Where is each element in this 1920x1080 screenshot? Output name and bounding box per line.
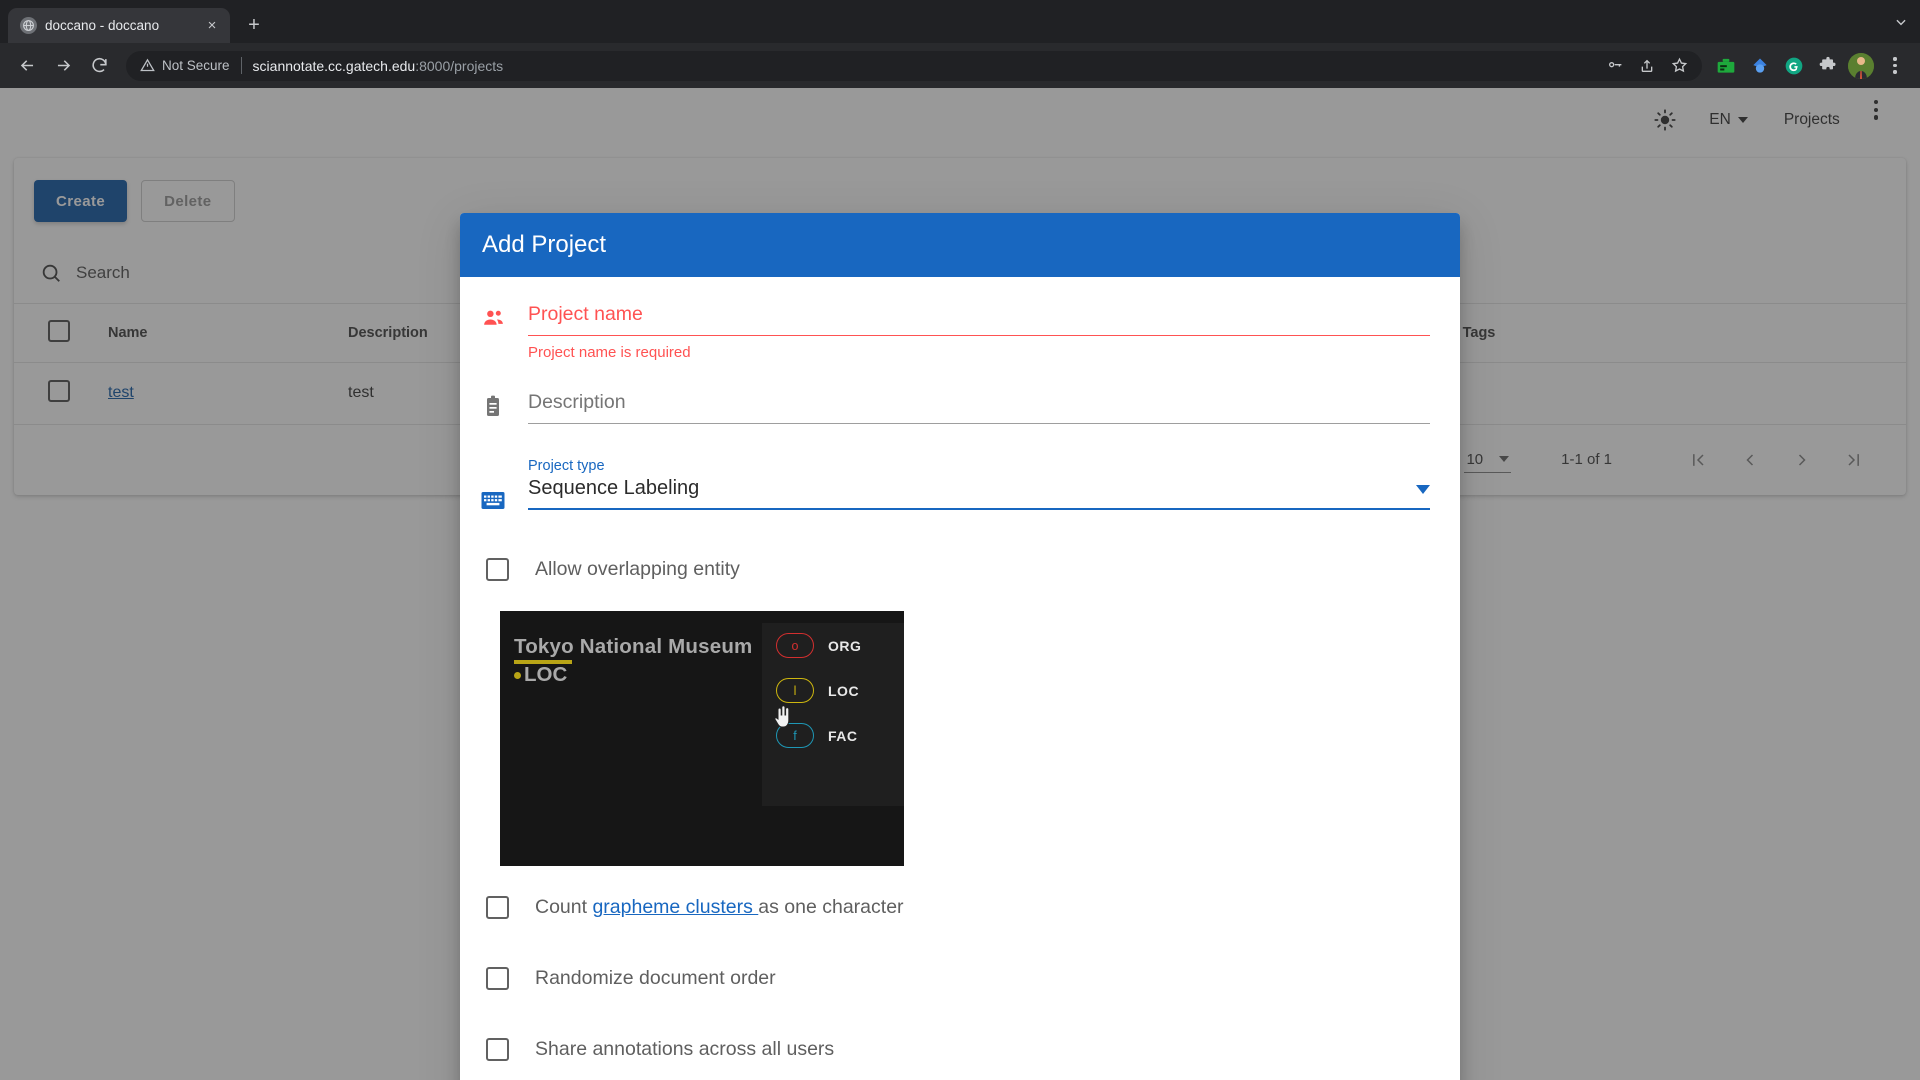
reload-icon[interactable]: [82, 49, 116, 83]
project-type-value-row: Sequence Labeling: [528, 477, 1430, 508]
description-input-wrap: Description: [528, 391, 1430, 424]
omnibox[interactable]: Not Secure sciannotate.cc.gatech.edu:800…: [126, 50, 1702, 81]
browser-tab[interactable]: doccano - doccano ×: [8, 8, 230, 43]
checkbox-randomize-document-order[interactable]: Randomize document order: [480, 967, 1430, 990]
url-host: sciannotate.cc.gatech.edu: [252, 57, 416, 74]
project-name-input-wrap: Project name Project name is required: [528, 303, 1430, 361]
chrome-menu-icon[interactable]: [1880, 51, 1910, 81]
checkbox-count-grapheme-clusters[interactable]: Count grapheme clusters as one character: [480, 896, 1430, 919]
project-type-field[interactable]: Project type Sequence Labeling: [480, 458, 1430, 510]
puzzle-extensions-icon[interactable]: [1814, 52, 1842, 80]
grapheme-prefix: Count: [535, 896, 593, 918]
description-label: Description: [528, 391, 626, 413]
avatar[interactable]: [1848, 52, 1874, 79]
page-viewport: EN Projects Create Delete Search Name De…: [0, 88, 1920, 1080]
add-project-dialog: Add Project Project name Project name is…: [460, 213, 1460, 1080]
chevron-down-icon[interactable]: [1882, 0, 1920, 43]
demo-rest-text: National Museum: [573, 635, 753, 658]
grapheme-clusters-link[interactable]: grapheme clusters: [592, 896, 758, 918]
project-name-field[interactable]: Project name Project name is required: [480, 303, 1430, 361]
tab-title: doccano - doccano: [45, 18, 160, 33]
warning-icon: [140, 58, 155, 72]
checkbox-box[interactable]: [486, 896, 509, 919]
keyboard-icon: [480, 491, 506, 510]
not-secure-indicator[interactable]: Not Secure: [140, 58, 241, 73]
chevron-down-icon[interactable]: [1416, 485, 1430, 494]
demo-shortcut-chip: l: [776, 678, 814, 703]
checkbox-box[interactable]: [486, 1038, 509, 1061]
checkbox-label: Share annotations across all users: [535, 1038, 835, 1060]
demo-tag-label: LOC: [524, 663, 568, 686]
people-icon: [480, 303, 506, 331]
demo-label-option-org: o ORG: [762, 623, 904, 668]
demo-tag-dot: [514, 671, 521, 679]
demo-entity-token: Tokyo: [514, 635, 574, 658]
checkbox-allow-overlapping-entity[interactable]: Allow overlapping entity: [480, 558, 1430, 581]
description-field[interactable]: Description: [480, 391, 1430, 424]
checkbox-label: Count grapheme clusters as one character: [535, 896, 904, 919]
key-icon[interactable]: [1604, 55, 1626, 77]
project-type-underline: [528, 508, 1430, 510]
checkbox-label: Randomize document order: [535, 967, 776, 989]
checkbox-share-annotations[interactable]: Share annotations across all users: [480, 1038, 1430, 1061]
demo-label-text: FAC: [828, 727, 858, 744]
url-text: sciannotate.cc.gatech.edu:8000/projects: [253, 58, 504, 74]
annotation-demo-image: Tokyo National Museum LOC o ORG l LOC f …: [500, 611, 904, 866]
omnibox-actions: [1604, 55, 1690, 77]
checkbox-box[interactable]: [486, 967, 509, 990]
demo-shortcut-chip: o: [776, 633, 814, 658]
diamond-extension-icon[interactable]: [1746, 52, 1774, 80]
tab-strip: doccano - doccano × +: [0, 0, 1920, 43]
hand-cursor-icon: [774, 705, 790, 728]
browser-toolbar: Not Secure sciannotate.cc.gatech.edu:800…: [0, 43, 1920, 88]
globe-icon: [20, 17, 37, 34]
project-name-label: Project name: [528, 303, 643, 325]
project-type-select-wrap: Project type Sequence Labeling: [528, 458, 1430, 510]
grapheme-suffix: as one character: [758, 896, 904, 918]
dialog-title: Add Project: [460, 213, 1460, 277]
checkbox-box[interactable]: [486, 558, 509, 581]
security-text: Not Secure: [162, 58, 230, 73]
demo-label-text: LOC: [828, 682, 860, 699]
omnibox-divider: [240, 57, 242, 74]
share-icon[interactable]: [1636, 55, 1658, 77]
project-type-label: Project type: [528, 458, 605, 474]
bookmark-star-icon[interactable]: [1668, 55, 1690, 77]
toolbox-extension-icon[interactable]: [1712, 52, 1740, 80]
demo-text: Tokyo National Museum: [514, 635, 752, 659]
project-type-value: Sequence Labeling: [528, 477, 700, 499]
dialog-body: Project name Project name is required De…: [460, 277, 1460, 1061]
clipboard-icon: [480, 391, 506, 418]
url-path: :8000/projects: [415, 57, 504, 74]
project-name-error: Project name is required: [528, 344, 691, 361]
forward-icon[interactable]: [46, 49, 80, 83]
demo-label-text: ORG: [828, 637, 862, 654]
new-tab-button[interactable]: +: [239, 10, 269, 40]
browser-window: doccano - doccano × + Not Secure scianno…: [0, 0, 1920, 1080]
close-icon[interactable]: ×: [202, 16, 222, 36]
description-underline: [528, 423, 1430, 424]
grammarly-extension-icon[interactable]: [1780, 52, 1808, 80]
demo-entity-tag: LOC: [514, 663, 567, 687]
checkbox-label: Allow overlapping entity: [535, 558, 740, 580]
extension-icons: [1712, 51, 1910, 81]
back-icon[interactable]: [10, 49, 44, 83]
